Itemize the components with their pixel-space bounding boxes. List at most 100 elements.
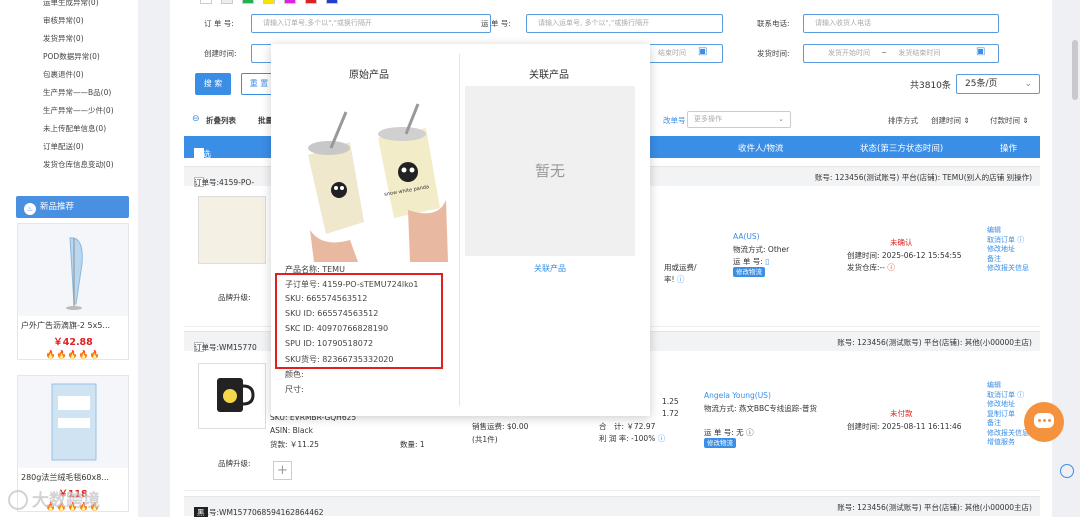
fee-text: 用或运费/: [664, 263, 697, 272]
remark-link[interactable]: 备注: [987, 419, 1029, 429]
sort-paid[interactable]: 付款时间 ⇕: [990, 115, 1029, 126]
sidebar-menu: 运单生成异常(0) 审核异常(0) 发货异常(0) POD数据异常(0) 包裹退…: [43, 0, 114, 174]
item-qty: 数量: 1: [400, 440, 425, 449]
popup-divider: [459, 54, 460, 406]
waybill-input[interactable]: 请输入运单号, 多个以","或换行隔开: [526, 14, 723, 33]
created-time: 创建时间: 2025-08-11 16:11:46: [847, 422, 962, 431]
product-name: 户外广告沥滴旗-2 5x5...: [21, 321, 111, 330]
tag-badge: 黑: [194, 507, 208, 517]
swatch-yellow[interactable]: [263, 0, 275, 4]
sidebar-item-review-error[interactable]: 审核异常(0): [43, 12, 114, 30]
original-product-title: 原始产品: [349, 70, 389, 81]
waybill-number: 运 单 号: 无 ⓘ: [704, 428, 754, 437]
modify-customs-link[interactable]: 修改报关信息: [987, 264, 1029, 274]
remark-link[interactable]: 备注: [987, 255, 1029, 265]
assistant-icon[interactable]: [1060, 464, 1074, 478]
status-badge: 未确认: [890, 238, 913, 247]
swatch-green[interactable]: [242, 0, 254, 4]
swatch-gray[interactable]: [221, 0, 233, 4]
amount-1: 1.25: [662, 397, 679, 406]
recipient-name[interactable]: Angela Young(US): [704, 391, 771, 400]
asin: ASIN: Black: [270, 426, 313, 435]
modify-customs-link[interactable]: 修改报关信息: [987, 429, 1029, 439]
sidebar-item-pod-error[interactable]: POD数据异常(0): [43, 48, 114, 66]
order-product-thumb[interactable]: [198, 363, 266, 429]
sidebar: 运单生成异常(0) 审核异常(0) 发货异常(0) POD数据异常(0) 包裹退…: [0, 0, 138, 517]
value-added-link[interactable]: 增值服务: [987, 438, 1029, 448]
swatch-magenta[interactable]: [284, 0, 296, 4]
product-name: 280g法兰绒毛毯60x8...: [21, 473, 109, 482]
collapse-icon[interactable]: ⊖: [192, 114, 200, 124]
logistics-method: 物流方式: 燕文BBC专线追踪-普货: [704, 404, 818, 413]
order-account: 账号: 123456(测试账号) 平台(店铺): TEMU(别人的店铺 别操作): [814, 173, 1032, 182]
swatch-red[interactable]: [305, 0, 317, 4]
shipped-range-input[interactable]: 发货开始时间 ~ 发货结束时间: [803, 44, 999, 63]
scrollbar[interactable]: [1072, 40, 1078, 100]
order-total: 合 计: ￥72.97: [599, 422, 656, 431]
calendar-icon[interactable]: ▣: [976, 46, 985, 57]
sidebar-item-delivery[interactable]: 订单配送(0): [43, 138, 114, 156]
cancel-order-link[interactable]: 取消订单 ⓘ: [987, 391, 1029, 401]
promo-title: 新品推荐: [40, 202, 75, 212]
page-size-select[interactable]: 25条/页 ⌄: [956, 74, 1040, 94]
product-price: ￥42.88: [53, 337, 93, 348]
modify-logistics-button[interactable]: 修改物流: [733, 267, 765, 277]
info-icon: ⓘ: [887, 263, 895, 272]
col-ops: 操作: [1000, 144, 1018, 154]
blanket-image: [51, 383, 97, 461]
product-size: 尺寸:: [285, 385, 304, 394]
sidebar-item-b-grade[interactable]: 生产异常——B品(0): [43, 84, 114, 102]
flag-image: [66, 237, 83, 310]
profit-rate: 利 润 率: -100% ⓘ: [599, 434, 666, 443]
sidebar-item-warehouse-change[interactable]: 发货仓库信息变动(0): [43, 156, 114, 174]
brand-upgrade-label: 品牌升级:: [218, 293, 251, 302]
modify-address-link[interactable]: 修改地址: [987, 245, 1029, 255]
phone-input[interactable]: 请输入收货人电话: [803, 14, 999, 33]
sidebar-item-shipping-error[interactable]: 发货异常(0): [43, 30, 114, 48]
order-product-thumb[interactable]: [198, 196, 266, 264]
product-card-flag[interactable]: 户外广告沥滴旗-2 5x5... ￥42.88 🔥🔥🔥🔥🔥: [17, 223, 129, 360]
add-brand-button[interactable]: +: [273, 461, 292, 480]
swatch-white[interactable]: [200, 0, 212, 4]
item-count: (共1件): [472, 435, 498, 444]
shipped-time-label: 发货时间:: [757, 49, 790, 58]
sidebar-item-no-upload[interactable]: 未上传配单信息(0): [43, 120, 114, 138]
modify-address-link[interactable]: 修改地址: [987, 400, 1029, 410]
fee-text-2: 率! ⓘ: [664, 275, 685, 284]
more-ops-select[interactable]: 更多操作 ⌄: [687, 111, 791, 128]
swatch-blue[interactable]: [326, 0, 338, 4]
sort-created[interactable]: 创建时间 ⇕: [931, 115, 970, 126]
edit-link[interactable]: 编辑: [987, 226, 1029, 236]
rating-flames: 🔥🔥🔥🔥🔥: [45, 350, 101, 359]
warehouse: 发货仓库:-- ⓘ: [847, 263, 895, 272]
highlight-box: [275, 273, 443, 369]
order-account: 账号: 123456(测试账号) 平台(店铺): 其他(小00000主店): [837, 503, 1032, 512]
order-actions: 编辑 取消订单 ⓘ 修改地址 复制订单 备注 修改报关信息 增值服务: [987, 381, 1029, 448]
chat-button[interactable]: [1024, 402, 1064, 442]
status-badge: 未付款: [890, 409, 913, 418]
copy-order-link[interactable]: 复制订单: [987, 410, 1029, 420]
calendar-icon[interactable]: ▣: [698, 46, 707, 57]
promo-header: ♨ 新品推荐: [16, 196, 129, 218]
search-button[interactable]: 搜 索: [195, 73, 231, 95]
order-no-input[interactable]: 请输入订单号,多个以","或换行隔开: [251, 14, 491, 33]
amount-2: 1.72: [662, 409, 679, 418]
order-account: 账号: 123456(测试账号) 平台(店铺): 其他(小00000主店): [837, 338, 1032, 347]
linked-product-link[interactable]: 关联产品: [534, 263, 566, 274]
col-status: 状态(第三方状态时间): [860, 144, 944, 154]
copy-icon: ▯: [765, 257, 770, 266]
color-swatches: [200, 0, 347, 6]
cancel-order-link[interactable]: 取消订单 ⓘ: [987, 236, 1029, 246]
modify-logistics-button[interactable]: 修改物流: [704, 438, 736, 448]
recipient-name[interactable]: AA(US): [733, 232, 760, 241]
waybill-label: 运 单 号:: [481, 19, 511, 28]
collapse-list[interactable]: 折叠列表: [206, 115, 236, 126]
sidebar-item-waybill-error[interactable]: 运单生成异常(0): [43, 0, 114, 12]
edit-link[interactable]: 编辑: [987, 381, 1029, 391]
product-thumb: [18, 224, 128, 316]
sidebar-item-missing[interactable]: 生产异常——少件(0): [43, 102, 114, 120]
phone-label: 联系电话:: [757, 19, 790, 28]
created-time: 创建时间: 2025-06-12 15:54:55: [847, 251, 962, 260]
modify-number-link[interactable]: 改单号: [663, 115, 686, 126]
sidebar-item-returned[interactable]: 包裹退件(0): [43, 66, 114, 84]
